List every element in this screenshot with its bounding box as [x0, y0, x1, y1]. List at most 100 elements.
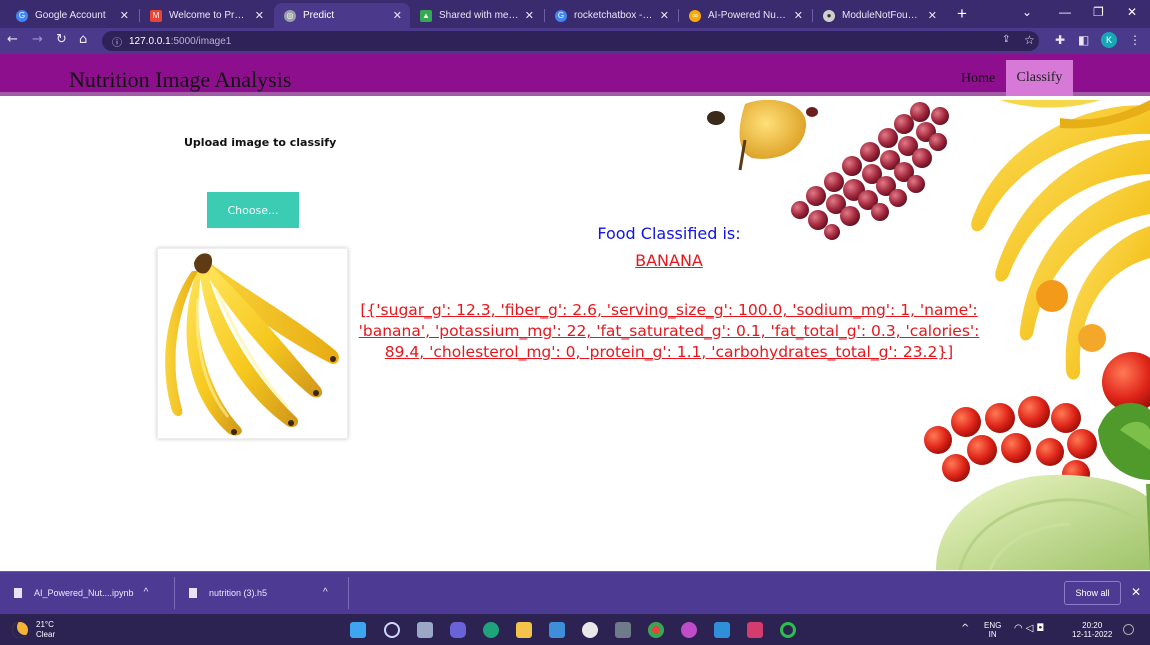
close-icon[interactable]: ✕ — [928, 9, 937, 22]
forward-icon[interactable]: → — [32, 32, 43, 47]
menu-icon[interactable]: ⋮ — [1129, 33, 1141, 47]
download-separator — [348, 577, 349, 609]
side-panel-icon[interactable]: ◧ — [1078, 33, 1089, 47]
clock[interactable]: 20:20 12-11-2022 — [1072, 621, 1112, 639]
browser-toolbar: ← → ↻ ⌂ ⓘ 127.0.0.1:5000/image1 ⇪ ☆ ✚ ◧ … — [0, 28, 1150, 54]
download-item-h5[interactable]: nutrition (3).h5 ^ — [189, 587, 328, 598]
dell-icon[interactable] — [582, 622, 598, 638]
tab-title: rocketchatbox - Goog — [574, 10, 654, 21]
search-icon[interactable] — [384, 622, 400, 638]
tab-rocketchatbox[interactable]: G rocketchatbox - Goog ✕ — [545, 3, 677, 28]
address-bar[interactable]: ⓘ 127.0.0.1:5000/image1 — [102, 31, 1039, 51]
site-info-icon[interactable]: ⓘ — [112, 34, 122, 49]
show-all-label: Show all — [1075, 588, 1110, 598]
nav-home-link[interactable]: Home — [961, 72, 995, 86]
language-code: ENG — [984, 621, 1002, 630]
task-view-icon[interactable] — [417, 622, 433, 638]
language-indicator[interactable]: ENG IN — [984, 621, 1001, 639]
choose-file-button[interactable]: Choose... — [207, 192, 299, 228]
windows-taskbar: 21°C Clear ^ ENG IN ◠◁◘ 20:20 12-11-2022 — [0, 614, 1150, 645]
close-icon[interactable]: ✕ — [525, 9, 534, 22]
tab-predict[interactable]: ◎ Predict ✕ — [274, 3, 410, 28]
nav-classify-label: Classify — [1016, 70, 1063, 85]
app-icon[interactable] — [747, 622, 763, 638]
weather-widget[interactable]: 21°C Clear — [36, 620, 55, 640]
browser-tab-strip: G Google Account ✕ M Welcome to Project!… — [0, 0, 1150, 28]
google-icon: G — [555, 9, 567, 22]
system-tray-icons[interactable]: ◠◁◘ — [1014, 623, 1047, 634]
app-icon[interactable] — [714, 622, 730, 638]
extensions-icon[interactable]: ✚ — [1055, 33, 1065, 47]
classified-food-name: BANANA — [635, 251, 703, 270]
tab-search-icon[interactable]: ⌄ — [1022, 5, 1032, 19]
notification-icon[interactable] — [1123, 624, 1134, 635]
share-icon[interactable]: ⇪ — [1002, 34, 1010, 45]
minimize-button[interactable]: — — [1059, 5, 1071, 19]
window-close-button[interactable]: ✕ — [1127, 5, 1137, 19]
bookmark-star-icon[interactable]: ☆ — [1024, 33, 1035, 47]
edge-icon[interactable] — [483, 622, 499, 638]
close-icon[interactable]: ✕ — [660, 9, 669, 22]
tab-module-not-found[interactable]: ● ModuleNotFoundErro ✕ — [813, 3, 945, 28]
main-content: Upload image to classify Choose... Food … — [0, 100, 1150, 570]
tab-welcome-project[interactable]: M Welcome to Project! ✕ — [140, 3, 272, 28]
temperature: 21°C — [36, 620, 54, 629]
chrome-icon[interactable] — [648, 622, 664, 638]
chevron-up-icon[interactable]: ^ — [323, 587, 328, 598]
show-all-button[interactable]: Show all — [1064, 581, 1121, 605]
file-icon — [189, 587, 197, 598]
banana-bunch — [971, 100, 1150, 380]
banana-image — [165, 253, 339, 436]
download-filename: AI_Powered_Nut....ipynb — [34, 587, 134, 598]
tab-title: Welcome to Project! — [169, 10, 249, 21]
back-icon[interactable]: ← — [7, 32, 18, 47]
uploaded-image-preview — [157, 248, 348, 439]
download-separator — [174, 577, 175, 609]
terminal-icon[interactable] — [615, 622, 631, 638]
app-icon[interactable] — [780, 622, 796, 638]
home-icon[interactable]: ⌂ — [79, 32, 87, 47]
close-icon[interactable]: ✕ — [393, 9, 402, 22]
tab-title: Predict — [303, 10, 335, 21]
site-header: Nutrition Image Analysis Home Classify — [0, 54, 1150, 96]
store-icon[interactable] — [549, 622, 565, 638]
moon-icon — [12, 622, 28, 638]
tab-shared-with-me[interactable]: ▲ Shared with me - Goo ✕ — [410, 3, 542, 28]
region-code: IN — [988, 630, 997, 639]
google-icon: G — [16, 9, 28, 22]
close-icon[interactable]: ✕ — [794, 9, 803, 22]
restore-button[interactable]: ❐ — [1093, 5, 1104, 19]
clock-time: 20:20 — [1082, 621, 1103, 630]
tab-title: ModuleNotFoundErro — [842, 10, 922, 21]
nav-classify-link[interactable]: Classify — [1006, 60, 1073, 96]
clock-date: 12-11-2022 — [1072, 630, 1113, 639]
hidden-icons-chevron-icon[interactable]: ^ — [961, 623, 969, 634]
download-item-notebook[interactable]: AI_Powered_Nut....ipynb ^ — [14, 587, 148, 598]
close-download-bar-icon[interactable]: ✕ — [1131, 585, 1141, 599]
chat-app-icon[interactable] — [681, 622, 697, 638]
tab-title: Google Account — [35, 10, 106, 21]
reload-icon[interactable]: ↻ — [56, 32, 67, 47]
url-host: 127.0.0.1 — [129, 35, 171, 47]
result-heading: Food Classified is: — [597, 224, 741, 243]
file-icon — [14, 587, 22, 598]
windows-start-icon[interactable] — [350, 622, 366, 638]
github-icon: ● — [823, 9, 835, 22]
chevron-up-icon[interactable]: ^ — [144, 587, 149, 598]
close-icon[interactable]: ✕ — [255, 9, 264, 22]
profile-avatar[interactable]: K — [1101, 32, 1117, 48]
new-tab-button[interactable]: + — [957, 4, 967, 24]
tab-google-account[interactable]: G Google Account ✕ — [6, 3, 137, 28]
gmail-icon: M — [150, 9, 162, 22]
file-explorer-icon[interactable] — [516, 622, 532, 638]
close-icon[interactable]: ✕ — [120, 9, 129, 22]
tab-ai-powered-nutrition[interactable]: ∞ AI-Powered Nutrition ✕ — [679, 3, 811, 28]
cherry-tomatoes — [924, 396, 1097, 488]
nutrition-result-text: [{'sugar_g': 12.3, 'fiber_g': 2.6, 'serv… — [358, 301, 980, 361]
teams-chat-icon[interactable] — [450, 622, 466, 638]
site-title: Nutrition Image Analysis — [69, 67, 292, 92]
choose-file-label: Choose... — [227, 203, 279, 217]
tab-title: AI-Powered Nutrition — [708, 10, 788, 21]
globe-icon: ◎ — [284, 9, 296, 22]
url-path: :5000/image1 — [170, 35, 232, 47]
